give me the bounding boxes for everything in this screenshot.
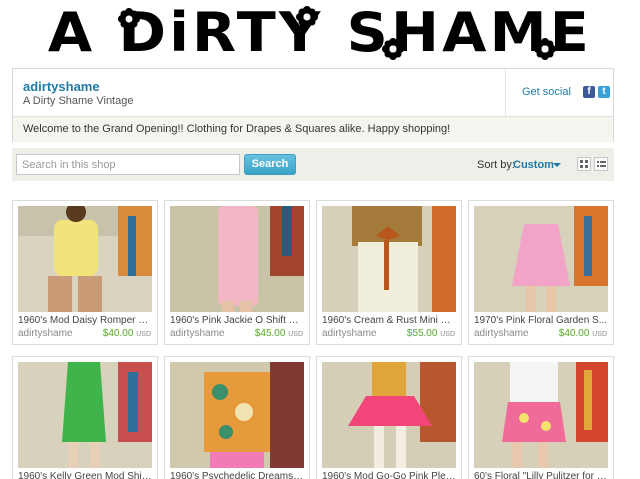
shop-name-link[interactable]: adirtyshame bbox=[23, 79, 100, 94]
listing-card[interactable]: 1960's Kelly Green Mod Shift... bbox=[12, 356, 158, 479]
listing-price: $40.00 USD bbox=[102, 328, 151, 339]
daisy-flower-icon bbox=[534, 38, 556, 60]
daisy-flower-icon bbox=[118, 8, 140, 30]
shop-search-bar: Search Sort by: Custom bbox=[12, 148, 614, 181]
listing-photo[interactable] bbox=[18, 206, 152, 312]
get-social-label: Get social bbox=[522, 86, 571, 98]
sort-label: Sort by: bbox=[477, 159, 515, 171]
listing-photo[interactable] bbox=[474, 206, 608, 312]
listing-title[interactable]: 1960's Pink Jackie O Shift Dr... bbox=[170, 315, 304, 326]
listing-price: $40.00 USD bbox=[558, 328, 607, 339]
search-input[interactable] bbox=[16, 154, 240, 175]
shop-banner: A DiRTY SHAME bbox=[0, 0, 640, 66]
twitter-icon[interactable]: t bbox=[598, 86, 610, 98]
social-panel: Get social f t bbox=[505, 69, 615, 116]
chevron-down-icon[interactable] bbox=[553, 163, 561, 167]
listing-title[interactable]: 1960's Mod Go-Go Pink Plea... bbox=[322, 471, 456, 479]
listing-photo[interactable] bbox=[18, 362, 152, 468]
listing-card[interactable]: 1960's Pink Jackie O Shift Dr... adirtys… bbox=[164, 200, 310, 345]
search-button[interactable]: Search bbox=[244, 154, 296, 175]
facebook-icon[interactable]: f bbox=[583, 86, 595, 98]
listing-seller[interactable]: adirtyshame bbox=[18, 328, 72, 339]
listing-title[interactable]: 60's Floral "Lilly Pulitzer for L... bbox=[474, 471, 608, 479]
listing-card[interactable]: 60's Floral "Lilly Pulitzer for L... bbox=[468, 356, 614, 479]
listing-seller[interactable]: adirtyshame bbox=[322, 328, 376, 339]
list-view-icon[interactable] bbox=[594, 157, 608, 171]
shop-subtitle: A Dirty Shame Vintage bbox=[23, 95, 134, 107]
listing-seller[interactable]: adirtyshame bbox=[474, 328, 528, 339]
listing-title[interactable]: 1960's Kelly Green Mod Shift... bbox=[18, 471, 152, 479]
listing-title[interactable]: 1960's Cream & Rust Mini C... bbox=[322, 315, 456, 326]
listing-card[interactable]: 1960's Psychedelic Dreamsc... bbox=[164, 356, 310, 479]
listing-photo[interactable] bbox=[170, 362, 304, 468]
listing-title[interactable]: 1960's Mod Daisy Romper M... bbox=[18, 315, 152, 326]
listing-price: $45.00 USD bbox=[254, 328, 303, 339]
shop-announcement: Welcome to the Grand Opening!! Clothing … bbox=[13, 116, 613, 142]
shop-header: adirtyshame A Dirty Shame Vintage Get so… bbox=[12, 68, 614, 142]
listing-title[interactable]: 1970's Pink Floral Garden S... bbox=[474, 315, 608, 326]
listing-card[interactable]: 1970's Pink Floral Garden S... adirtysha… bbox=[468, 200, 614, 345]
grid-view-icon[interactable] bbox=[577, 157, 591, 171]
listing-photo[interactable] bbox=[474, 362, 608, 468]
sort-dropdown[interactable]: Custom bbox=[513, 159, 554, 171]
listing-card[interactable]: 1960's Mod Daisy Romper M... adirtyshame… bbox=[12, 200, 158, 345]
listing-photo[interactable] bbox=[170, 206, 304, 312]
listing-card[interactable]: 1960's Mod Go-Go Pink Plea... bbox=[316, 356, 462, 479]
listing-card[interactable]: 1960's Cream & Rust Mini C... adirtysham… bbox=[316, 200, 462, 345]
listing-photo[interactable] bbox=[322, 362, 456, 468]
listing-seller[interactable]: adirtyshame bbox=[170, 328, 224, 339]
daisy-flower-icon bbox=[296, 6, 318, 28]
daisy-flower-icon bbox=[382, 38, 404, 60]
listing-price: $55.00 USD bbox=[406, 328, 455, 339]
listing-title[interactable]: 1960's Psychedelic Dreamsc... bbox=[170, 471, 304, 479]
listing-photo[interactable] bbox=[322, 206, 456, 312]
